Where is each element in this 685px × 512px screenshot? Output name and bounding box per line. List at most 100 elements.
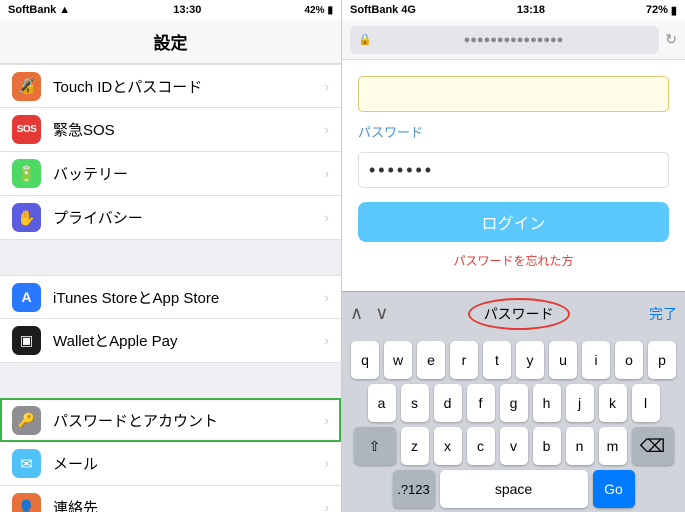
key-s[interactable]: s (401, 384, 429, 422)
settings-row-wallet[interactable]: ▣ WalletとApple Pay › (0, 319, 341, 363)
chevron-wallet: › (325, 333, 329, 348)
keyboard-row-3: ⇧ z x c v b n m ⌫ (346, 427, 681, 465)
appstore-label: iTunes StoreとApp Store (53, 287, 321, 308)
privacy-label: プライバシー (53, 207, 321, 228)
key-a[interactable]: a (368, 384, 396, 422)
password-input[interactable]: ••••••• (358, 152, 669, 188)
key-e[interactable]: e (417, 341, 445, 379)
keyboard-done-button[interactable]: 完了 (649, 304, 677, 324)
chevron-up-icon[interactable]: ∧ (350, 303, 363, 324)
key-h[interactable]: h (533, 384, 561, 422)
password-accounts-icon: 🔑 (12, 406, 41, 435)
password-label: パスワード (358, 125, 423, 140)
key-v[interactable]: v (500, 427, 528, 465)
wallet-icon: ▣ (12, 326, 41, 355)
key-g[interactable]: g (500, 384, 528, 422)
username-input[interactable] (358, 76, 669, 112)
key-x[interactable]: x (434, 427, 462, 465)
chevron-touch-id: › (325, 79, 329, 94)
url-bar[interactable]: 🔒 ●●●●●●●●●●●●●●● (350, 26, 659, 54)
key-delete[interactable]: ⌫ (632, 427, 674, 465)
key-t[interactable]: t (483, 341, 511, 379)
key-i[interactable]: i (582, 341, 610, 379)
login-form: パスワード ••••••• ログイン パスワードを忘れた方 (342, 60, 685, 291)
chevron-mail: › (325, 456, 329, 471)
key-d[interactable]: d (434, 384, 462, 422)
settings-row-contacts[interactable]: 👤 連絡先 › (0, 486, 341, 512)
chevron-sos: › (325, 122, 329, 137)
forgot-password-link[interactable]: パスワードを忘れた方 (453, 252, 573, 269)
settings-section-2: A iTunes StoreとApp Store › ▣ WalletとAppl… (0, 275, 341, 363)
right-phone: SoftBank 4G 13:18 72% ▮ 🔒 ●●●●●●●●●●●●●●… (342, 0, 685, 512)
settings-title: 設定 (154, 29, 188, 54)
toolbar-navigation: ∧ ∨ (350, 303, 388, 324)
settings-row-mail[interactable]: ✉ メール › (0, 442, 341, 486)
status-bar-right: SoftBank 4G 13:18 72% ▮ (342, 0, 685, 20)
wifi-icon: ▲ (59, 4, 70, 16)
privacy-icon: ✋ (12, 203, 41, 232)
key-m[interactable]: m (599, 427, 627, 465)
contacts-label: 連絡先 (53, 497, 321, 512)
settings-row-sos[interactable]: SOS 緊急SOS › (0, 108, 341, 152)
chevron-down-icon[interactable]: ∨ (375, 303, 388, 324)
key-numbers[interactable]: .?123 (393, 470, 435, 508)
password-label-container: パスワード (358, 122, 423, 142)
keyboard-row-4: .?123 space Go (346, 470, 681, 508)
battery-right: 72% (646, 4, 668, 16)
lock-icon: 🔒 (358, 33, 372, 46)
key-o[interactable]: o (615, 341, 643, 379)
keyboard: q w e r t y u i o p a s d f g h j k l ⇧ … (342, 335, 685, 512)
key-shift[interactable]: ⇧ (354, 427, 396, 465)
settings-row-privacy[interactable]: ✋ プライバシー › (0, 196, 341, 240)
key-j[interactable]: j (566, 384, 594, 422)
url-text: ●●●●●●●●●●●●●●● (376, 34, 652, 46)
key-b[interactable]: b (533, 427, 561, 465)
toolbar-password-hint: パスワード (476, 304, 562, 324)
key-u[interactable]: u (549, 341, 577, 379)
login-button[interactable]: ログイン (358, 202, 669, 242)
key-w[interactable]: w (384, 341, 412, 379)
settings-row-password-accounts[interactable]: 🔑 パスワードとアカウント › (0, 398, 341, 442)
mail-icon: ✉ (12, 449, 41, 478)
login-button-label: ログイン (481, 210, 545, 234)
battery-label: バッテリー (53, 163, 321, 184)
section-divider-1 (0, 240, 341, 275)
browser-bar: 🔒 ●●●●●●●●●●●●●●● ↻ (342, 20, 685, 60)
key-y[interactable]: y (516, 341, 544, 379)
settings-section-1: 🔏 Touch IDとパスコード › SOS 緊急SOS › 🔋 バッテリー ›… (0, 64, 341, 240)
battery-icon: 🔋 (12, 159, 41, 188)
status-bar-left: SoftBank ▲ 13:30 42% ▮ (0, 0, 341, 20)
battery-icon-right: ▮ (671, 4, 677, 17)
settings-row-appstore[interactable]: A iTunes StoreとApp Store › (0, 275, 341, 319)
key-c[interactable]: c (467, 427, 495, 465)
wallet-label: WalletとApple Pay (53, 330, 321, 351)
key-go[interactable]: Go (593, 470, 635, 508)
settings-row-touch-id[interactable]: 🔏 Touch IDとパスコード › (0, 64, 341, 108)
key-f[interactable]: f (467, 384, 495, 422)
key-p[interactable]: p (648, 341, 676, 379)
reload-button[interactable]: ↻ (665, 31, 677, 48)
chevron-privacy: › (325, 210, 329, 225)
carrier-right: SoftBank (350, 4, 398, 16)
keyboard-row-1: q w e r t y u i o p (346, 341, 681, 379)
password-accounts-label: パスワードとアカウント (53, 410, 321, 431)
key-l[interactable]: l (632, 384, 660, 422)
carrier-left: SoftBank (8, 4, 56, 16)
left-phone: SoftBank ▲ 13:30 42% ▮ 設定 🔏 Touch IDとパスコ… (0, 0, 342, 512)
key-r[interactable]: r (450, 341, 478, 379)
touch-id-icon: 🔏 (12, 72, 41, 101)
keyboard-row-2: a s d f g h j k l (346, 384, 681, 422)
chevron-contacts: › (325, 500, 329, 512)
key-q[interactable]: q (351, 341, 379, 379)
key-z[interactable]: z (401, 427, 429, 465)
battery-left: 42% ▮ (304, 5, 333, 16)
password-dots: ••••••• (369, 160, 434, 181)
key-n[interactable]: n (566, 427, 594, 465)
chevron-battery: › (325, 166, 329, 181)
network-type: 4G (401, 4, 416, 16)
appstore-icon: A (12, 283, 41, 312)
chevron-password-accounts: › (325, 413, 329, 428)
settings-row-battery[interactable]: 🔋 バッテリー › (0, 152, 341, 196)
key-k[interactable]: k (599, 384, 627, 422)
key-space[interactable]: space (440, 470, 588, 508)
